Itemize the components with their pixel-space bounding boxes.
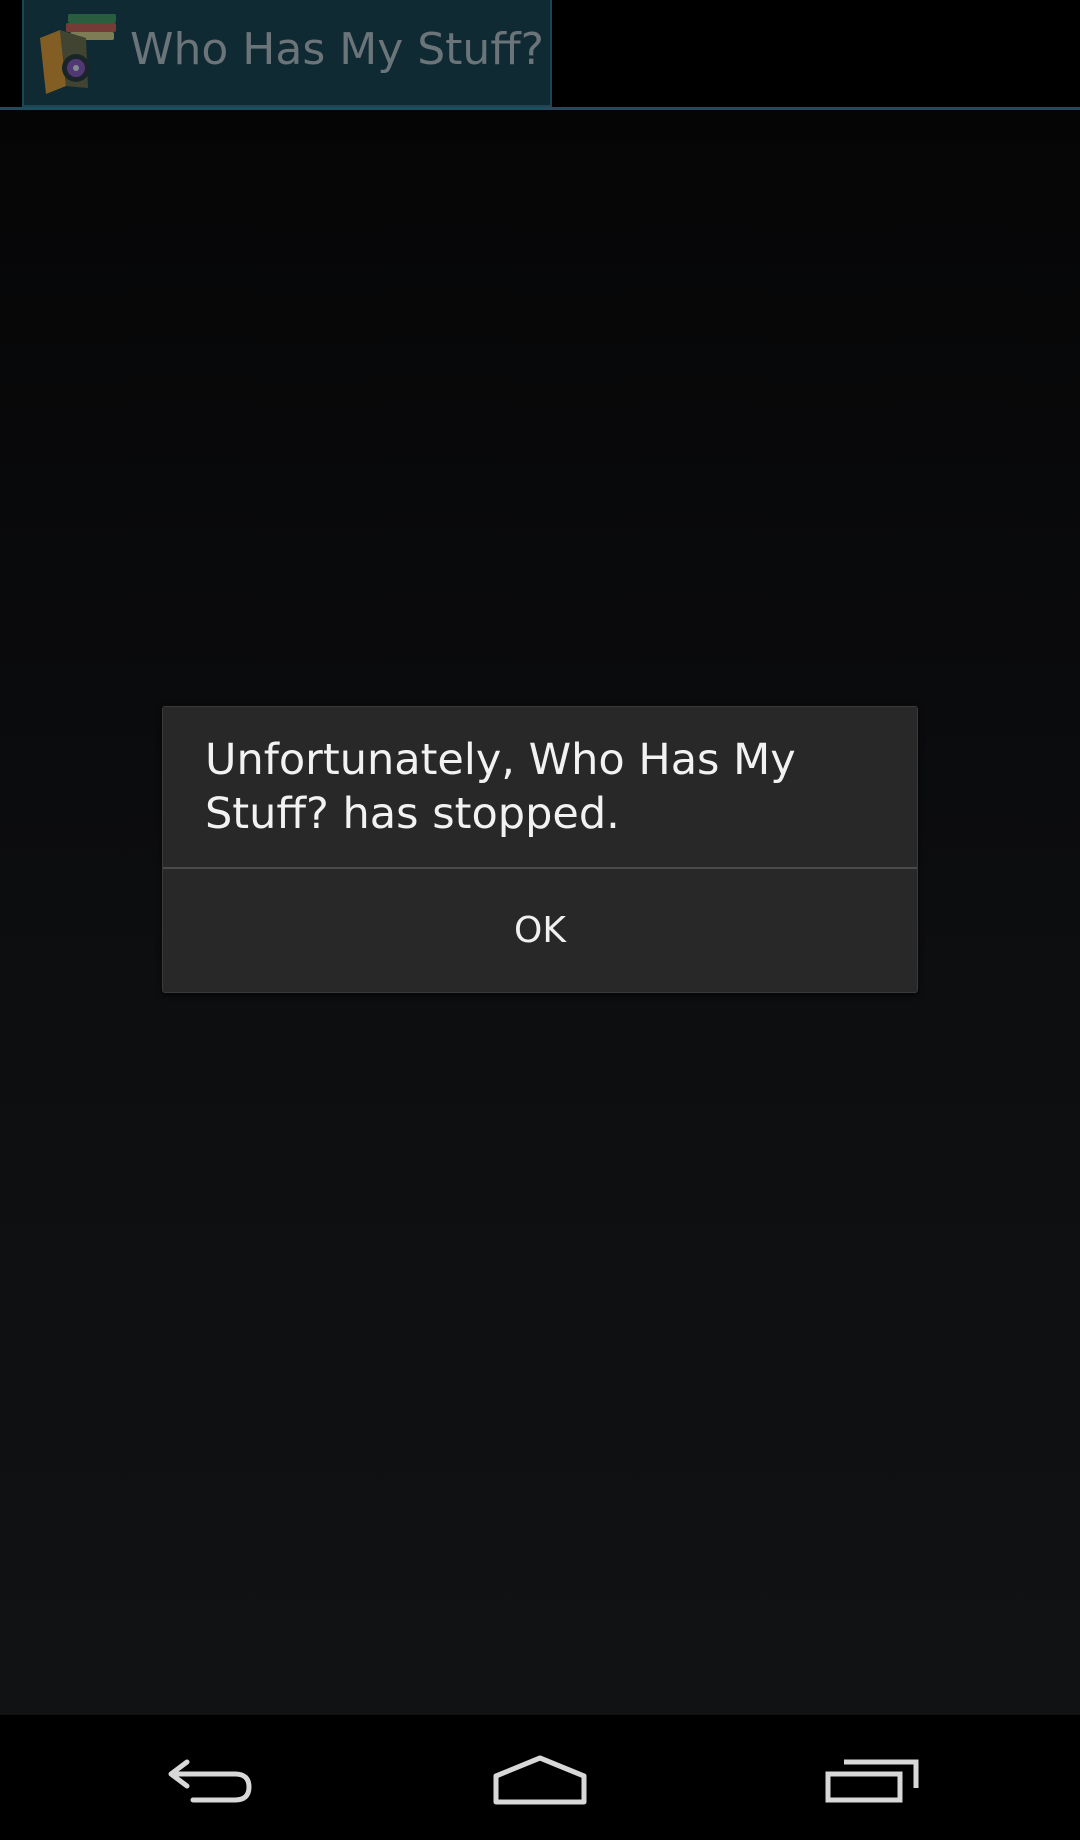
action-bar: Who Has My Stuff? — [0, 0, 1080, 110]
recents-button[interactable] — [812, 1745, 932, 1815]
dialog-message: Unfortunately, Who Has My Stuff? has sto… — [205, 735, 796, 839]
home-icon — [493, 1755, 587, 1805]
app-books-icon — [40, 14, 116, 94]
screen: Who Has My Stuff? Unfortunately, Who Has… — [0, 0, 1080, 1840]
app-title: Who Has My Stuff? — [130, 24, 544, 75]
crash-dialog: Unfortunately, Who Has My Stuff? has sto… — [162, 706, 918, 993]
back-icon — [168, 1759, 252, 1803]
recents-icon — [825, 1759, 919, 1803]
ok-button[interactable]: OK — [163, 869, 917, 992]
navigation-bar — [0, 1715, 1080, 1840]
home-button[interactable] — [480, 1745, 600, 1815]
app-home-button[interactable]: Who Has My Stuff? — [22, 0, 552, 107]
back-button[interactable] — [150, 1745, 270, 1815]
